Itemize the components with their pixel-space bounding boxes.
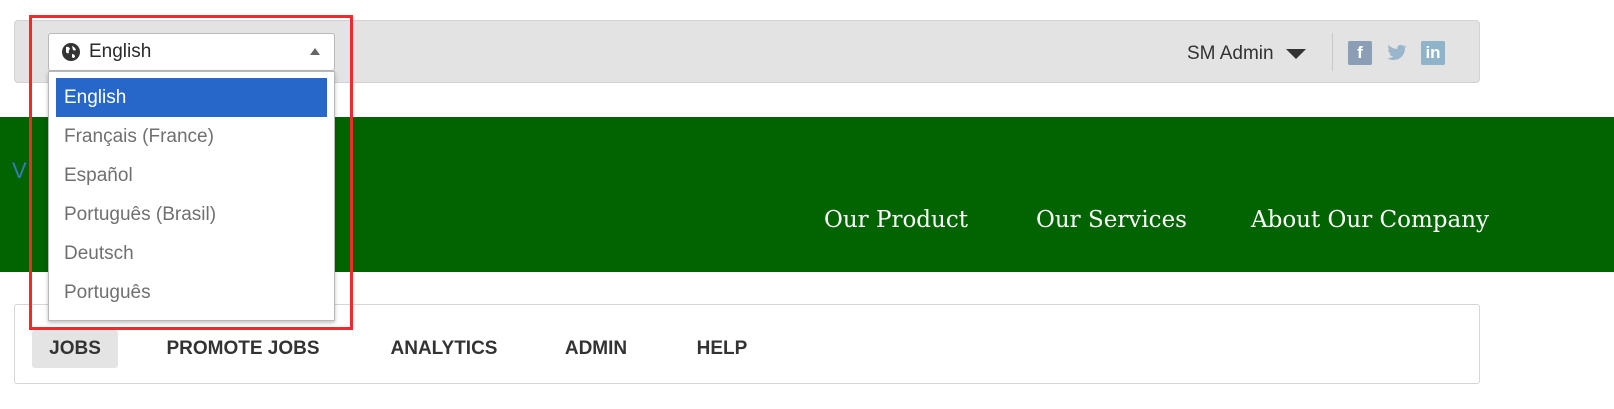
language-option-french[interactable]: Français (France)	[56, 117, 327, 156]
language-option-portuguese-brazil[interactable]: Português (Brasil)	[56, 195, 327, 234]
caret-up-icon	[310, 48, 320, 55]
user-menu-label: SM Admin	[1187, 43, 1274, 64]
language-select[interactable]: English	[48, 33, 335, 71]
language-option-spanish[interactable]: Español	[56, 156, 327, 195]
globe-icon	[62, 43, 80, 61]
linkedin-icon[interactable]: in	[1421, 41, 1445, 65]
divider	[1332, 33, 1333, 71]
tab-analytics[interactable]: ANALYTICS	[380, 330, 508, 368]
nav-our-services[interactable]: Our Services	[1036, 207, 1187, 233]
site-logo[interactable]: V	[12, 158, 27, 184]
facebook-icon[interactable]: f	[1348, 41, 1372, 65]
twitter-icon[interactable]	[1384, 41, 1408, 65]
tab-help[interactable]: HELP	[688, 330, 756, 368]
language-option-english[interactable]: English	[56, 78, 327, 117]
language-dropdown-list: English Français (France) Español Portug…	[48, 71, 335, 321]
nav-about-our-company[interactable]: About Our Company	[1251, 207, 1489, 233]
nav-our-product[interactable]: Our Product	[824, 207, 968, 233]
tab-admin[interactable]: ADMIN	[553, 330, 639, 368]
language-option-german[interactable]: Deutsch	[56, 234, 327, 273]
tab-promote-jobs[interactable]: PROMOTE JOBS	[158, 330, 328, 368]
language-option-portuguese[interactable]: Português	[56, 273, 327, 312]
user-menu[interactable]: SM Admin	[1187, 40, 1306, 68]
caret-down-icon	[1285, 49, 1306, 59]
tab-jobs[interactable]: JOBS	[32, 330, 118, 368]
language-current-value: English	[89, 41, 152, 62]
